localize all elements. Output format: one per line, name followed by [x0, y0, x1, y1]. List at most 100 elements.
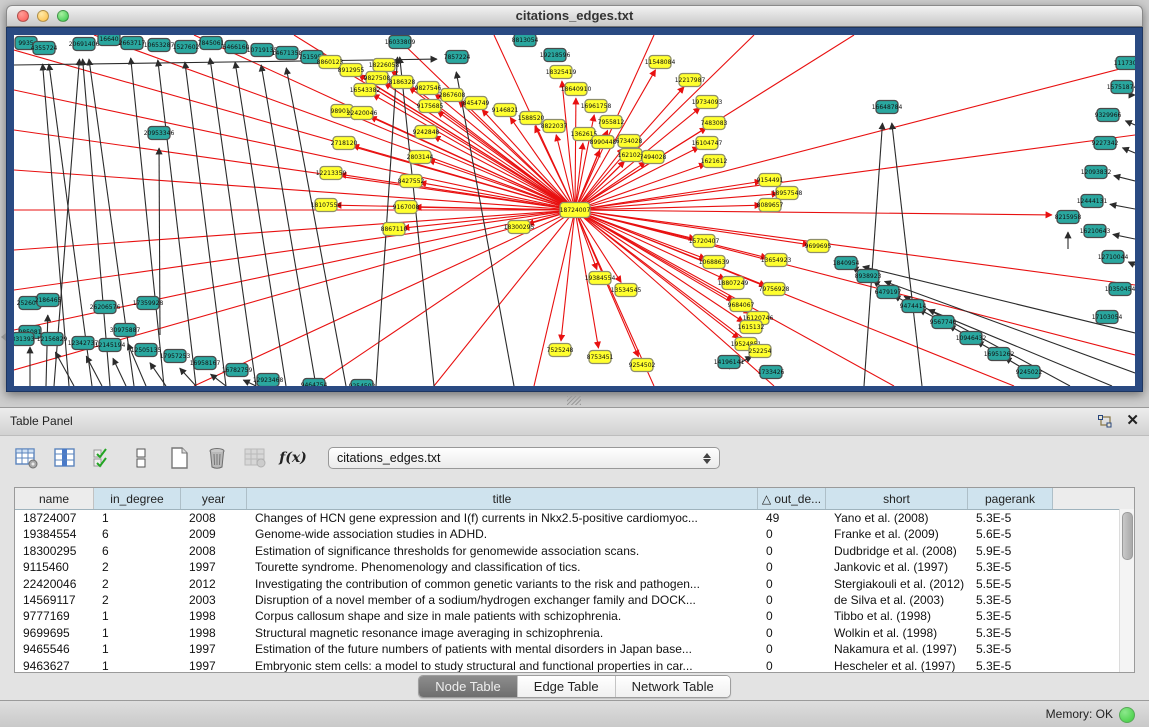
network-node[interactable]: 7857224 — [444, 51, 471, 64]
network-node[interactable]: 15720407 — [689, 235, 720, 248]
network-node[interactable]: 7483083 — [701, 117, 728, 130]
network-node[interactable]: 9146821 — [492, 104, 519, 117]
network-node[interactable]: 16958167 — [190, 357, 221, 370]
network-node[interactable]: 18640910 — [561, 83, 592, 96]
scrollbar-thumb[interactable] — [1122, 512, 1133, 560]
network-node[interactable]: 16104747 — [692, 137, 723, 150]
network-node[interactable]: 12710044 — [1098, 251, 1129, 264]
network-node[interactable]: 22420046 — [347, 107, 378, 120]
delete-table-icon[interactable] — [204, 445, 230, 471]
tab-edge-table[interactable]: Edge Table — [518, 676, 616, 697]
network-node[interactable]: 1117304 — [1114, 57, 1135, 70]
network-node[interactable]: 9329966 — [1095, 109, 1122, 122]
network-node[interactable]: 2663717 — [119, 37, 146, 50]
network-edge[interactable] — [434, 210, 575, 386]
network-node[interactable]: 16951262 — [984, 348, 1015, 361]
network-node[interactable]: 8454749 — [463, 97, 490, 110]
network-edge[interactable] — [429, 160, 575, 210]
network-edge[interactable] — [561, 210, 575, 341]
network-node[interactable]: 18807249 — [718, 277, 749, 290]
network-node[interactable]: 9684067 — [728, 299, 755, 312]
network-node[interactable]: 1527602 — [173, 41, 200, 54]
float-panel-icon[interactable] — [1098, 415, 1112, 428]
column-header-name[interactable]: name — [15, 488, 94, 509]
network-node[interactable]: 8427552 — [398, 175, 425, 188]
network-node[interactable]: 11548084 — [645, 56, 676, 69]
network-node[interactable]: 8186328 — [389, 76, 416, 89]
table-vertical-scrollbar[interactable] — [1119, 509, 1134, 672]
network-node[interactable]: 8089657 — [757, 199, 784, 212]
network-node[interactable]: 19384554 — [585, 272, 616, 285]
network-edge[interactable] — [55, 352, 74, 386]
network-edge[interactable] — [403, 210, 575, 228]
table-row[interactable]: 2242004622012Investigating the contribut… — [15, 576, 1134, 592]
network-node[interactable]: 12923468 — [253, 374, 284, 387]
network-node[interactable]: 7955812 — [598, 116, 625, 129]
network-node[interactable]: 17957253 — [160, 350, 191, 363]
network-node[interactable]: 26206576 — [90, 301, 121, 314]
network-node[interactable]: 10350454 — [1105, 283, 1135, 296]
network-node[interactable]: 8215958 — [1055, 211, 1082, 224]
network-node[interactable]: 18724007 — [560, 203, 591, 218]
tab-network-table[interactable]: Network Table — [616, 676, 730, 697]
column-edit-icon[interactable] — [52, 445, 78, 471]
network-edge[interactable] — [14, 170, 575, 210]
network-edge[interactable] — [1125, 121, 1135, 125]
network-node[interactable]: 19218596 — [540, 49, 571, 62]
column-header-title[interactable]: title — [247, 488, 758, 509]
network-edge[interactable] — [575, 135, 1135, 210]
network-node[interactable]: 14196141 — [714, 356, 745, 369]
network-edge[interactable] — [864, 123, 883, 386]
network-edge[interactable] — [892, 123, 922, 386]
column-header-in_degree[interactable]: in_degree — [94, 488, 181, 509]
network-node[interactable]: 1621612 — [701, 155, 728, 168]
network-edge[interactable] — [14, 130, 575, 210]
close-panel-icon[interactable]: ✕ — [1126, 413, 1139, 429]
network-node[interactable]: 15751874 — [1107, 81, 1135, 94]
network-node[interactable]: 1615132 — [738, 321, 765, 334]
network-edge[interactable] — [86, 356, 102, 386]
table-row[interactable]: 977716911998Corpus callosum shape and si… — [15, 608, 1134, 624]
function-builder-icon[interactable]: f(x) — [280, 445, 306, 471]
network-edge[interactable] — [194, 210, 575, 386]
column-header-pagerank[interactable]: pagerank — [968, 488, 1053, 509]
network-node[interactable]: 18300295 — [504, 221, 535, 234]
network-edge[interactable] — [150, 363, 166, 386]
table-row[interactable]: 911546021997Tourette syndrome. Phenomeno… — [15, 559, 1134, 575]
minimize-window-button[interactable] — [37, 10, 49, 22]
network-node[interactable]: 9254502 — [629, 359, 656, 372]
network-node[interactable]: 10946432 — [956, 332, 987, 345]
table-row[interactable]: 1872400712008Changes of HCN gene express… — [15, 510, 1134, 526]
network-node[interactable]: 12217987 — [675, 74, 706, 87]
network-node[interactable]: 8867110 — [381, 223, 408, 236]
network-node[interactable]: 16640 — [98, 35, 120, 46]
network-node[interactable]: 13534545 — [611, 284, 642, 297]
network-edge[interactable] — [211, 374, 226, 386]
network-node[interactable]: 6734028 — [616, 135, 643, 148]
network-node[interactable]: 9227342 — [1092, 137, 1119, 150]
network-edge[interactable] — [1110, 204, 1135, 209]
table-row[interactable]: 969969511998Structural magnetic resonanc… — [15, 625, 1134, 641]
network-node[interactable]: 16033809 — [385, 36, 416, 49]
network-node[interactable]: 2867608 — [439, 89, 466, 102]
network-node[interactable]: 1733426 — [758, 366, 785, 379]
network-node[interactable]: 18226058 — [369, 59, 400, 72]
network-node[interactable]: 6479197 — [875, 286, 902, 299]
network-edge[interactable] — [1113, 234, 1135, 239]
network-node[interactable]: 10653287 — [144, 39, 175, 52]
network-node[interactable]: 16210643 — [1080, 225, 1111, 238]
network-node[interactable]: 7525248 — [547, 344, 574, 357]
network-node[interactable]: 8912955 — [338, 64, 365, 77]
sidebar-collapse-arrow-icon[interactable] — [1, 333, 6, 341]
network-edge[interactable] — [1114, 176, 1135, 181]
network-edge[interactable] — [46, 315, 48, 386]
table-selector-dropdown[interactable]: citations_edges.txt — [328, 447, 720, 469]
column-header-year[interactable]: year — [181, 488, 247, 509]
network-node[interactable]: 18957548 — [772, 187, 803, 200]
network-edge[interactable] — [575, 210, 1135, 355]
network-node[interactable]: 2803144 — [407, 151, 434, 164]
network-node[interactable]: 18325419 — [546, 66, 577, 79]
network-node[interactable]: 20691406 — [69, 38, 100, 51]
column-header-short[interactable]: short — [826, 488, 968, 509]
network-node[interactable]: 12213359 — [316, 167, 347, 180]
